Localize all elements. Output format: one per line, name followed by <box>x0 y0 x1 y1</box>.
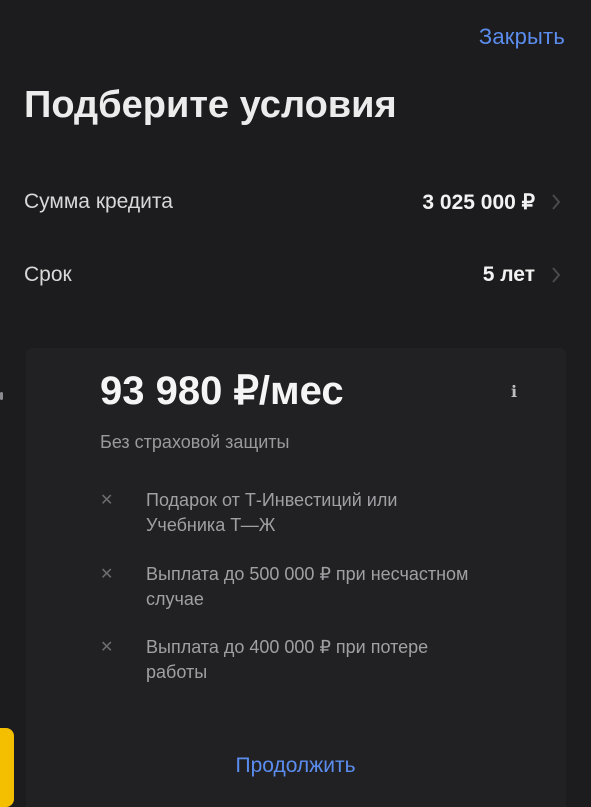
monthly-payment: 93 980 ₽/мес <box>100 369 344 413</box>
feature-text-line: Выплата до 500 000 ₽ при несчастном <box>146 564 469 584</box>
info-icon[interactable]: ℹ <box>511 382 517 401</box>
continue-button[interactable]: Продолжить <box>0 754 591 778</box>
term-row[interactable]: Срок 5 лет <box>24 255 561 295</box>
feature-text: Подарок от Т-Инвестиций или Учебника Т—Ж <box>146 488 397 538</box>
loan-amount-row[interactable]: Сумма кредита 3 025 000 ₽ <box>24 182 561 222</box>
feature-item: ✕ Выплата до 400 000 ₽ при потере работы <box>100 635 540 685</box>
term-label: Срок <box>24 263 72 286</box>
term-value: 5 лет <box>482 263 535 286</box>
cross-icon: ✕ <box>100 639 114 656</box>
feature-text: Выплата до 500 000 ₽ при несчастном случ… <box>146 562 468 612</box>
side-tab[interactable] <box>0 728 14 807</box>
feature-text: Выплата до 400 000 ₽ при потере работы <box>146 635 428 685</box>
feature-text-line: работы <box>146 662 208 682</box>
feature-item: ✕ Подарок от Т-Инвестиций или Учебника Т… <box>100 488 540 538</box>
loan-amount-label: Сумма кредита <box>24 190 173 213</box>
loan-amount-value: 3 025 000 ₽ <box>422 190 535 214</box>
feature-text-line: случае <box>146 589 204 609</box>
feature-text-line: Подарок от Т-Инвестиций или <box>146 490 398 510</box>
chevron-right-icon <box>552 267 561 283</box>
feature-text-line: Выплата до 400 000 ₽ при потере <box>146 637 429 657</box>
close-link[interactable]: Закрыть <box>479 24 565 50</box>
page-title: Подберите условия <box>24 84 397 126</box>
carousel-edge-indicator <box>0 392 3 400</box>
cross-icon: ✕ <box>100 492 114 509</box>
feature-item: ✕ Выплата до 500 000 ₽ при несчастном сл… <box>100 562 540 612</box>
chevron-right-icon <box>552 194 561 210</box>
cross-icon: ✕ <box>100 566 114 583</box>
insurance-status: Без страховой защиты <box>100 432 290 452</box>
feature-text-line: Учебника Т—Ж <box>146 515 276 535</box>
